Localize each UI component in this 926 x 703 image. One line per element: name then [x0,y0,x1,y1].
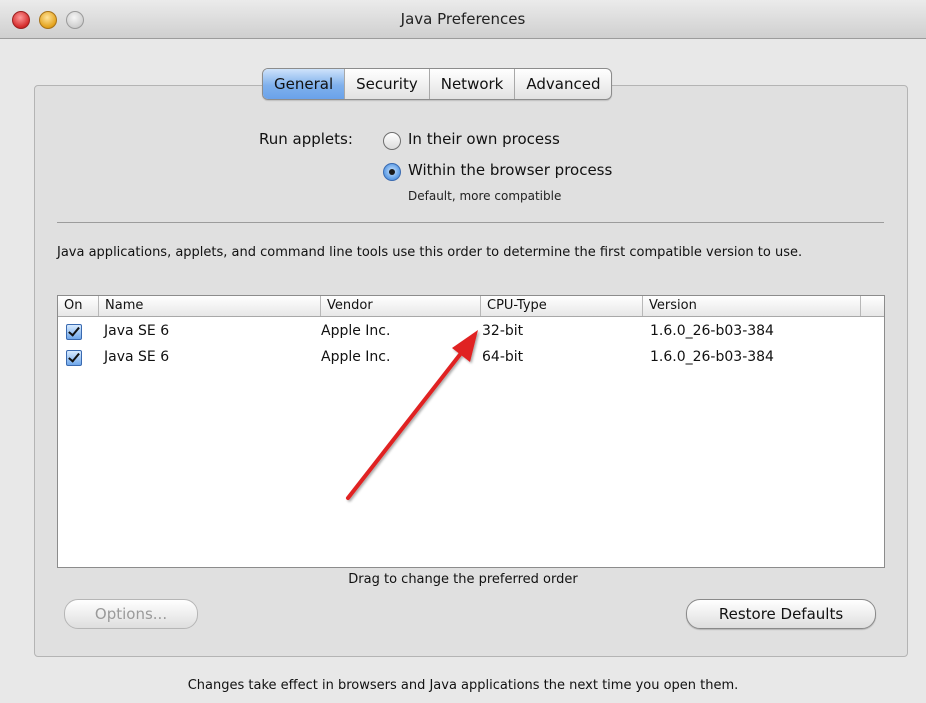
column-header-spacer [860,296,884,316]
tab-general[interactable]: General [263,69,345,99]
jre-version-table[interactable]: On Name Vendor CPU-Type Version Java SE … [57,295,885,568]
column-header-name[interactable]: Name [98,296,320,316]
options-button[interactable]: Options... [64,599,198,629]
section-divider [57,222,884,223]
radio-browser-process-label[interactable]: Within the browser process [408,161,612,179]
restore-defaults-button[interactable]: Restore Defaults [686,599,876,629]
window-title: Java Preferences [400,10,526,28]
column-header-cpu-type[interactable]: CPU-Type [480,296,642,316]
row-cpu-type: 32-bit [482,323,524,339]
table-header: On Name Vendor CPU-Type Version [58,296,884,317]
radio-browser-process-sublabel: Default, more compatible [408,189,562,203]
radio-own-process[interactable] [383,132,401,150]
row-cpu-type: 64-bit [482,349,524,365]
java-preferences-window: Java Preferences General Security Networ… [0,0,926,703]
run-applets-label: Run applets: [259,130,353,148]
row-enabled-checkbox[interactable] [66,324,82,340]
row-enabled-checkbox[interactable] [66,350,82,366]
tab-bar: General Security Network Advanced [262,68,613,100]
radio-browser-process[interactable] [383,163,401,181]
row-name: Java SE 6 [104,323,170,339]
title-bar[interactable]: Java Preferences [0,0,926,39]
tab-network[interactable]: Network [428,69,515,99]
order-info-text: Java applications, applets, and command … [57,245,803,260]
tab-advanced[interactable]: Advanced [514,69,611,99]
row-name: Java SE 6 [104,349,170,365]
column-header-on[interactable]: On [58,296,98,316]
column-header-version[interactable]: Version [642,296,860,316]
footer-note: Changes take effect in browsers and Java… [187,678,739,693]
row-version: 1.6.0_26-b03-384 [650,349,774,365]
table-row[interactable]: Java SE 6 Apple Inc. 32-bit 1.6.0_26-b03… [58,321,884,341]
table-row[interactable]: Java SE 6 Apple Inc. 64-bit 1.6.0_26-b03… [58,347,884,367]
column-header-vendor[interactable]: Vendor [320,296,480,316]
tab-security[interactable]: Security [344,69,429,99]
radio-own-process-label[interactable]: In their own process [408,130,560,148]
drag-hint-text: Drag to change the preferred order [348,572,578,587]
row-vendor: Apple Inc. [321,349,391,365]
row-version: 1.6.0_26-b03-384 [650,323,774,339]
row-vendor: Apple Inc. [321,323,391,339]
